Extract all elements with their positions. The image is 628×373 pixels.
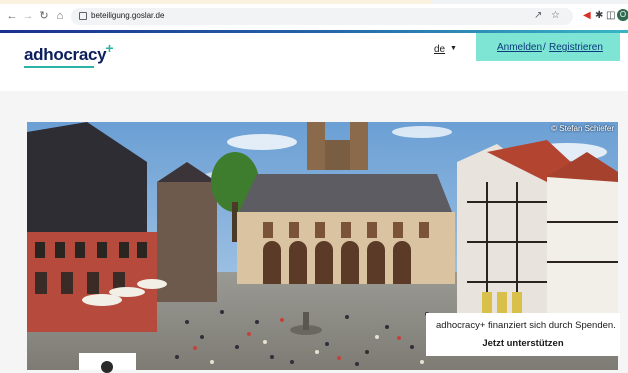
active-tab[interactable] — [0, 0, 432, 4]
reload-icon[interactable]: ↻ — [38, 10, 50, 22]
address-bar[interactable]: beteiligung.goslar.de ↗ ☆ — [71, 8, 573, 25]
bookmark-star-icon[interactable]: ☆ — [551, 10, 560, 21]
support-button[interactable]: Jetzt unterstützen — [426, 335, 620, 353]
lock-icon[interactable] — [79, 12, 87, 20]
logo-plus: + — [105, 40, 114, 56]
register-link[interactable]: Registrieren — [549, 42, 603, 53]
city-seal-icon — [101, 361, 113, 373]
puzzle-icon[interactable]: ✱ — [595, 10, 603, 21]
adhocracy-logo[interactable]: adhocracy+ — [24, 40, 114, 68]
language-selector[interactable]: de — [434, 44, 445, 55]
login-panel: Anmelden / Registrieren — [476, 33, 620, 61]
donation-text: adhocracy+ finanziert sich durch Spenden… — [436, 320, 616, 331]
home-icon[interactable]: ⌂ — [54, 10, 66, 22]
browser-toolbar: ← → ↻ ⌂ beteiligung.goslar.de ↗ ☆ ◀ ✱ ◫ … — [0, 0, 628, 30]
logo-underline — [24, 66, 94, 68]
city-seal-card — [79, 353, 136, 373]
caret-down-icon[interactable]: ▼ — [450, 45, 457, 52]
url-text[interactable]: beteiligung.goslar.de — [91, 11, 164, 20]
photo-credit: © Stefan Schiefer — [551, 124, 614, 133]
back-icon[interactable]: ← — [6, 10, 18, 22]
site-header: adhocracy+ de ▼ Anmelden / Registrieren — [0, 33, 628, 91]
login-separator: / — [543, 42, 546, 53]
sidebar-icon[interactable]: ◫ — [606, 10, 615, 21]
extension-icon[interactable]: ◀ — [583, 10, 591, 21]
logo-text: adhocracy — [24, 45, 107, 64]
login-link[interactable]: Anmelden — [497, 42, 542, 53]
share-icon[interactable]: ↗ — [534, 10, 542, 21]
tab-strip — [0, 0, 628, 4]
donation-box: adhocracy+ finanziert sich durch Spenden… — [426, 313, 620, 356]
profile-avatar[interactable]: O — [617, 9, 628, 21]
forward-icon[interactable]: → — [22, 10, 34, 22]
